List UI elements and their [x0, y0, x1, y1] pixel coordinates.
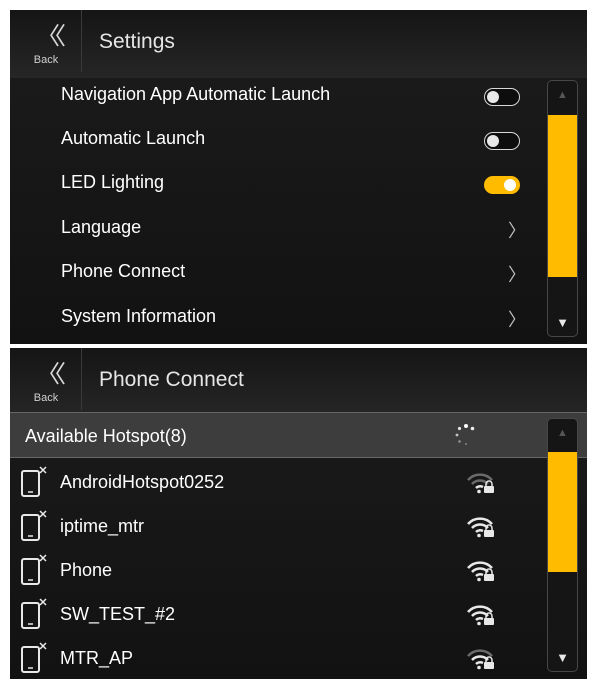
chevron-right-icon: 〉	[508, 310, 526, 331]
hotspot-scrollbar[interactable]: ▲ ▼	[547, 418, 578, 672]
settings-screen: 〈〈 Back Settings Navigation App Automati…	[10, 10, 587, 344]
settings-header: 〈〈 Back Settings	[10, 10, 587, 78]
toggle-knob	[487, 134, 499, 147]
settings-scrollbar[interactable]: ▲ ▼	[547, 80, 578, 337]
hotspot-name: Phone	[60, 560, 113, 580]
setting-row-navigation-app-automatic-launch[interactable]: Navigation App Automatic Launch	[10, 74, 540, 118]
toggle-knob	[487, 90, 499, 103]
setting-row-language[interactable]: Language 〉	[10, 207, 540, 251]
setting-label: LED Lighting	[61, 172, 165, 192]
setting-label: Phone Connect	[61, 261, 186, 281]
hotspot-row[interactable]: AndroidHotspot0252	[10, 460, 540, 504]
page-title: Phone Connect	[99, 368, 244, 391]
setting-row-system-information[interactable]: System Information 〉	[10, 296, 540, 340]
back-label: Back	[33, 54, 59, 66]
scroll-down-icon[interactable]: ▼	[548, 315, 577, 330]
led-lighting-toggle[interactable]	[484, 176, 520, 194]
phone-connect-header: 〈〈 Back Phone Connect	[10, 348, 587, 416]
setting-label: Automatic Launch	[61, 128, 206, 148]
chevron-right-icon: 〉	[508, 265, 526, 286]
setting-row-phone-connect[interactable]: Phone Connect 〉	[10, 251, 540, 295]
scroll-up-icon[interactable]: ▲	[548, 89, 577, 101]
setting-row-automatic-launch[interactable]: Automatic Launch	[10, 118, 540, 162]
setting-row-led-lighting[interactable]: LED Lighting	[10, 162, 540, 206]
scroll-down-icon[interactable]: ▼	[548, 650, 577, 665]
phone-disconnected-icon	[21, 554, 47, 585]
hotspot-name: MTR_AP	[60, 648, 134, 668]
automatic-launch-toggle[interactable]	[484, 132, 520, 150]
setting-label: Language	[61, 217, 142, 237]
page-title: Settings	[99, 30, 175, 53]
loading-spinner-icon	[455, 424, 475, 445]
double-chevron-left-icon: 〈〈	[36, 22, 66, 50]
wifi-lock-icon	[467, 649, 494, 670]
hotspot-name: AndroidHotspot0252	[60, 472, 225, 492]
navigation-app-automatic-launch-toggle[interactable]	[484, 88, 520, 106]
back-button[interactable]: 〈〈 Back	[10, 348, 82, 410]
phone-disconnected-icon	[21, 642, 47, 673]
section-title: Available Hotspot(8)	[25, 426, 187, 446]
available-hotspot-header: Available Hotspot(8)	[10, 412, 587, 458]
phone-disconnected-icon	[21, 466, 47, 497]
back-label: Back	[33, 392, 59, 404]
double-chevron-left-icon: 〈〈	[36, 360, 66, 388]
hotspot-row[interactable]: Phone	[10, 548, 540, 592]
hotspot-row[interactable]: MTR_AP	[10, 636, 540, 679]
hotspot-name: SW_TEST_#2	[60, 604, 176, 624]
scroll-thumb[interactable]	[548, 115, 577, 277]
setting-label: System Information	[61, 306, 217, 326]
toggle-knob	[504, 178, 516, 191]
setting-label: Navigation App Automatic Launch	[61, 84, 331, 104]
hotspot-row[interactable]: SW_TEST_#2	[10, 592, 540, 636]
wifi-lock-icon	[467, 605, 494, 626]
hotspot-name: iptime_mtr	[60, 516, 145, 536]
phone-connect-screen: 〈〈 Back Phone Connect Available Hotspot(…	[10, 348, 587, 679]
wifi-lock-icon	[467, 517, 494, 538]
scroll-thumb[interactable]	[548, 452, 577, 572]
phone-disconnected-icon	[21, 510, 47, 541]
hotspot-row[interactable]: iptime_mtr	[10, 504, 540, 548]
phone-disconnected-icon	[21, 598, 47, 629]
scroll-up-icon[interactable]: ▲	[548, 427, 577, 439]
wifi-lock-icon	[467, 473, 494, 494]
wifi-lock-icon	[467, 561, 494, 582]
chevron-right-icon: 〉	[508, 221, 526, 242]
back-button[interactable]: 〈〈 Back	[10, 10, 82, 72]
